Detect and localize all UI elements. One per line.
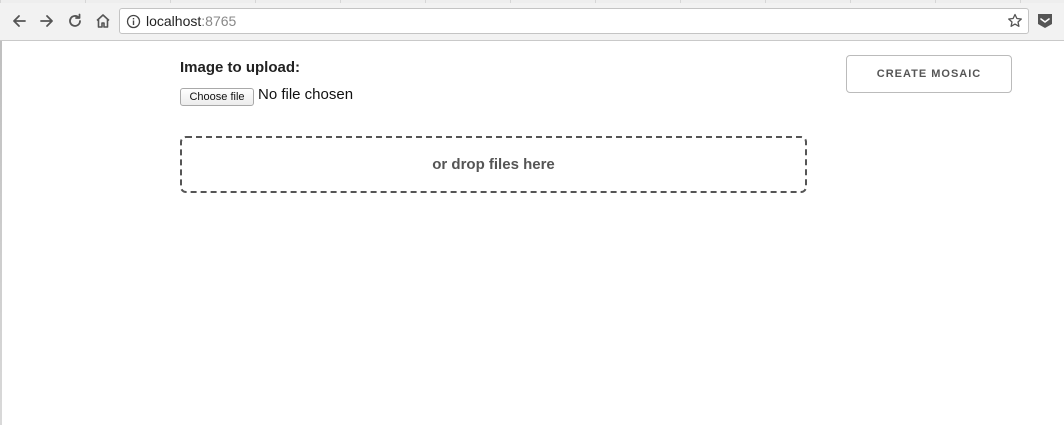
url-host: localhost	[146, 13, 202, 29]
url-text: localhost:8765	[146, 13, 236, 30]
reload-icon[interactable]	[64, 10, 86, 32]
file-dropzone[interactable]: or drop files here	[180, 136, 807, 193]
back-arrow-icon[interactable]	[8, 10, 30, 32]
extension-icon[interactable]	[1035, 11, 1055, 31]
upload-label: Image to upload:	[180, 59, 300, 76]
home-icon[interactable]	[92, 10, 114, 32]
bookmark-star-icon[interactable]	[1006, 12, 1024, 30]
browser-toolbar: localhost:8765	[0, 0, 1064, 41]
file-status-text: No file chosen	[258, 86, 354, 103]
tab-strip	[0, 0, 1064, 3]
create-mosaic-button[interactable]: CREATE MOSAIC	[846, 55, 1012, 93]
window-edge	[0, 41, 2, 425]
dropzone-text: or drop files here	[432, 156, 555, 173]
url-port: :8765	[201, 13, 237, 29]
choose-file-button[interactable]: Choose file	[180, 88, 254, 106]
info-icon[interactable]	[126, 14, 141, 29]
address-bar[interactable]: localhost:8765	[119, 8, 1029, 34]
forward-arrow-icon[interactable]	[36, 10, 58, 32]
